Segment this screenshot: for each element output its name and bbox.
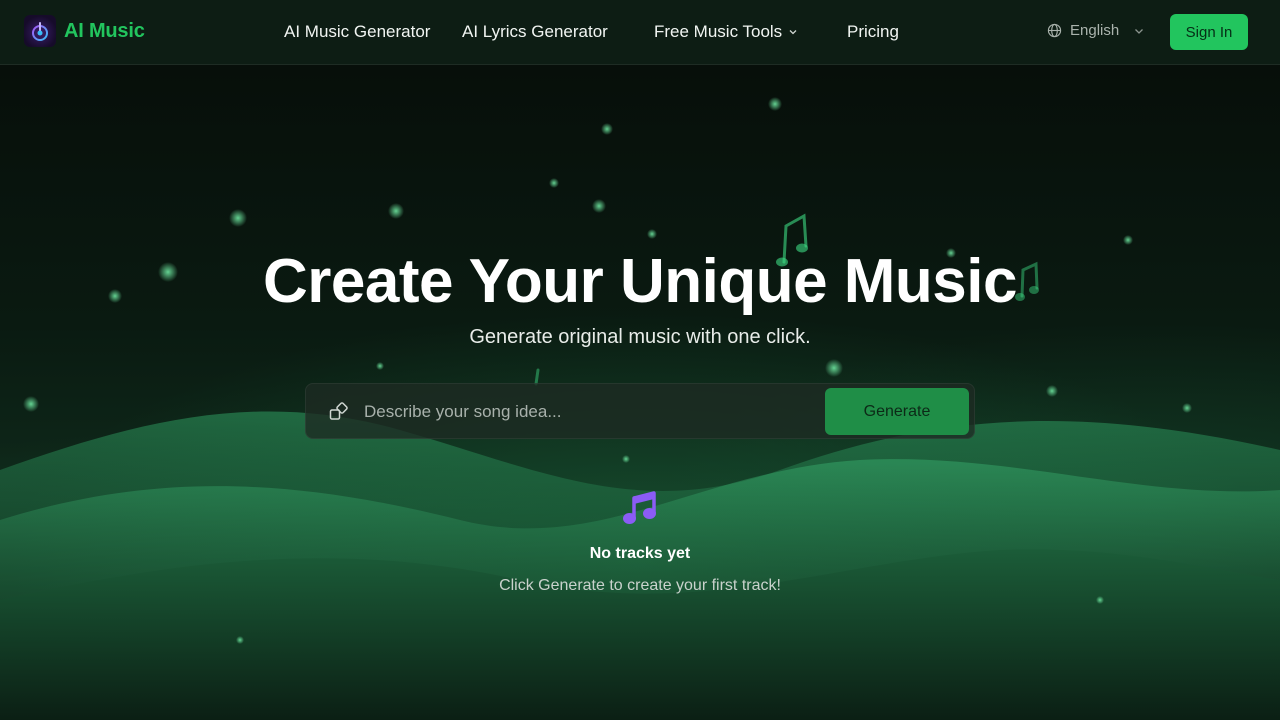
nav-free-music-tools-dropdown[interactable]: Free Music Tools (654, 22, 798, 42)
language-selector[interactable]: English (1047, 22, 1145, 39)
song-prompt-bar: Generate (305, 383, 975, 439)
shapes-prompt-icon (329, 402, 348, 420)
chevron-down-icon (1135, 28, 1144, 34)
nav-free-music-tools-label: Free Music Tools (654, 22, 783, 41)
nav-ai-music-generator[interactable]: AI Music Generator (284, 22, 430, 42)
page: AI Music AI Music Generator AI Lyrics Ge… (0, 0, 1280, 720)
sign-in-button[interactable]: Sign In (1170, 14, 1248, 50)
brand-logo-icon (24, 15, 56, 47)
page-subtitle: Generate original music with one click. (469, 326, 811, 348)
background-wave-art (0, 97, 1280, 720)
song-idea-input[interactable] (362, 394, 812, 430)
chevron-down-icon (789, 30, 797, 35)
brand-name: AI Music (64, 19, 145, 42)
nav-pricing[interactable]: Pricing (847, 22, 899, 42)
page-title: Create Your Unique Music (263, 247, 1017, 316)
empty-state-title: No tracks yet (589, 545, 691, 562)
brand-home-link[interactable]: AI Music (24, 15, 145, 47)
music-notes-icon (623, 491, 656, 524)
nav-ai-lyrics-generator[interactable]: AI Lyrics Generator (462, 22, 608, 42)
empty-state-hint: Click Generate to create your first trac… (499, 577, 781, 594)
generate-button[interactable]: Generate (825, 388, 969, 435)
language-label: English (1070, 22, 1120, 39)
globe-icon (1047, 23, 1062, 38)
top-nav-bar: AI Music AI Music Generator AI Lyrics Ge… (0, 0, 1280, 65)
